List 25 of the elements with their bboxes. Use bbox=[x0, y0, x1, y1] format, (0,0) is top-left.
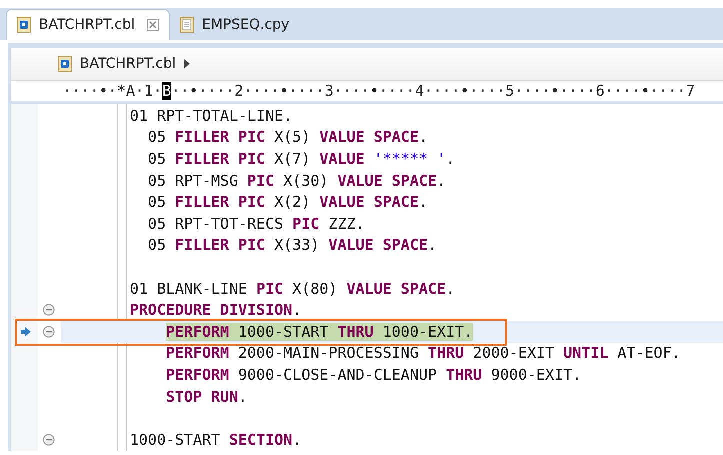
document-file-icon bbox=[180, 17, 194, 33]
collapse-icon[interactable] bbox=[43, 326, 55, 338]
editor-tab[interactable]: EMPSEQ.cpy bbox=[170, 10, 300, 40]
code-line: 05 RPT-TOT-RECS PIC ZZZ. bbox=[148, 214, 365, 233]
code-line: STOP RUN. bbox=[166, 388, 248, 406]
collapse-icon[interactable] bbox=[43, 434, 55, 446]
column-ruler: ····•·*A·1·B··•····2····•····3····•····4····•····5····•····6····•····7 bbox=[63, 82, 696, 100]
code-line: PERFORM 9000-CLOSE-AND-CLEANUP THRU 9000-EXIT. bbox=[166, 366, 582, 384]
code-line: 05 FILLER PIC X(5) VALUE SPACE. bbox=[148, 128, 428, 146]
code-line: 01 RPT-TOTAL-LINE. bbox=[130, 106, 293, 125]
program-file-icon bbox=[58, 56, 72, 72]
editor-tab[interactable]: BATCHRPT.cbl bbox=[6, 9, 170, 40]
program-file-icon bbox=[17, 17, 31, 33]
chevron-right-icon[interactable] bbox=[184, 59, 190, 69]
code-line: PERFORM 2000-MAIN-PROCESSING THRU 2000-EXIT UNTIL AT-EOF. bbox=[166, 344, 681, 362]
code-line: 1000-START SECTION. bbox=[130, 430, 302, 449]
close-icon[interactable] bbox=[147, 19, 160, 31]
breadcrumb-item[interactable]: BATCHRPT.cbl bbox=[80, 56, 176, 72]
collapse-icon[interactable] bbox=[43, 304, 55, 316]
code-line: 05 RPT-MSG PIC X(30) VALUE SPACE. bbox=[148, 172, 446, 190]
code-line: 05 FILLER PIC X(7) VALUE '***** '. bbox=[148, 150, 456, 168]
code-line: 01 BLANK-LINE PIC X(80) VALUE SPACE. bbox=[130, 280, 456, 298]
code-line: PROCEDURE DIVISION. bbox=[130, 301, 302, 320]
code-line: 05 FILLER PIC X(2) VALUE SPACE. bbox=[148, 193, 428, 212]
code-line: 05 FILLER PIC X(33) VALUE SPACE. bbox=[148, 236, 438, 254]
